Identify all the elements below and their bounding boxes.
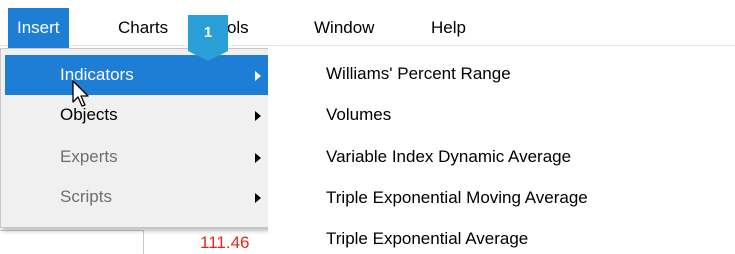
submenu-item[interactable]: Volumes	[326, 98, 391, 132]
submenu-arrow-icon	[255, 153, 261, 163]
submenu-arrow-icon	[255, 111, 261, 121]
submenu-arrow-icon	[255, 71, 261, 81]
mouse-cursor-icon	[72, 80, 89, 107]
step-badge-pointer	[188, 51, 228, 61]
dropdown-item-objects[interactable]: Objects	[5, 95, 269, 135]
price-label: 111.46	[200, 233, 250, 252]
menu-charts[interactable]: Charts	[109, 8, 177, 48]
app-window: Insert Charts Tools Window Help 111.46 I…	[0, 0, 735, 254]
submenu-item[interactable]: Williams' Percent Range	[326, 57, 511, 91]
insert-dropdown: Indicators Objects Experts Scripts	[0, 48, 272, 228]
chart-grid-line	[143, 230, 144, 254]
chart-grid-line	[0, 230, 143, 231]
dropdown-item-experts[interactable]: Experts	[5, 137, 269, 177]
step-badge-number: 1	[203, 24, 213, 41]
dropdown-item-label: Scripts	[60, 187, 112, 206]
submenu-item[interactable]: Triple Exponential Average	[326, 222, 528, 254]
dropdown-item-indicators[interactable]: Indicators	[5, 55, 269, 95]
dropdown-item-scripts[interactable]: Scripts	[5, 177, 269, 217]
menu-insert[interactable]: Insert	[8, 8, 69, 48]
step-badge: 1	[188, 15, 228, 61]
dropdown-item-label: Experts	[60, 147, 118, 166]
submenu-item[interactable]: Variable Index Dynamic Average	[326, 140, 571, 174]
menu-help[interactable]: Help	[422, 8, 475, 48]
submenu-arrow-icon	[255, 193, 261, 203]
indicators-submenu: Williams' Percent Range Volumes Variable…	[268, 48, 735, 254]
menu-window[interactable]: Window	[305, 8, 383, 48]
submenu-item[interactable]: Triple Exponential Moving Average	[326, 181, 588, 215]
menu-bar: Insert Charts Tools Window Help	[0, 0, 735, 48]
